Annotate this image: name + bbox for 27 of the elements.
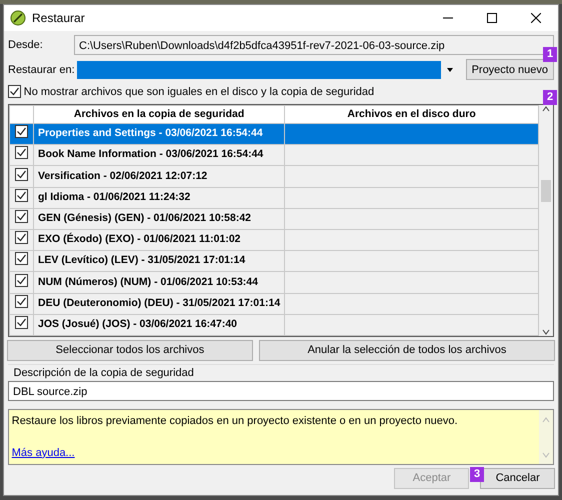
table-cell: Book Name Information - 03/06/2021 16:54:44 [34, 144, 285, 166]
help-text: Restaure los libros previamente copiados en un proyecto existente o en un proyecto nuevo. [12, 414, 459, 429]
callout-marker: 3 [470, 467, 484, 482]
new-project-button[interactable]: Proyecto nuevo [466, 59, 554, 80]
checkbox-label: No mostrar archivos que son iguales en el disco y la copia de seguridad [24, 84, 374, 100]
column-header: Archivos en la copia de seguridad [34, 106, 285, 124]
restore-to-label: Restaurar en: [8, 62, 74, 78]
source-label: Desde: [8, 38, 44, 53]
table-cell: NUM (Números) (NUM) - 01/06/2021 10:53:44 [34, 272, 285, 293]
table-cell: EXO (Éxodo) (EXO) - 01/06/2021 11:01:02 [34, 229, 285, 251]
table-cell: GEN (Génesis) (GEN) - 01/06/2021 10:58:42 [34, 208, 285, 230]
table-cell: JOS (Josué) (JOS) - 03/06/2021 16:47:40 [34, 314, 285, 336]
table-cell: LEV (Levítico) (LEV) - 31/05/2021 17:01:14 [34, 250, 285, 272]
cancel-button[interactable]: Cancelar [480, 468, 556, 489]
deselect-all-button[interactable]: Anular la selección de todos los archivos [258, 340, 556, 361]
callout-marker: 2 [543, 90, 557, 105]
description-field[interactable]: DBL source.zip [8, 381, 554, 401]
column-header: Archivos en el disco duro [284, 106, 538, 124]
callout-marker: 1 [543, 47, 557, 62]
table-cell: gl Idioma - 01/06/2021 11:24:32 [34, 187, 285, 208]
table-cell: Versification - 02/06/2021 12:07:12 [34, 166, 285, 188]
description-label: Descripción de la copia de seguridad [14, 366, 195, 380]
table-cell: Properties and Settings - 03/06/2021 16:54:44 [34, 124, 285, 145]
window-title: Restaurar [32, 10, 86, 27]
table-cell: DEU (Deuteronomio) (DEU) - 31/05/2021 17:01:14 [34, 293, 285, 314]
select-all-button[interactable]: Seleccionar todos los archivos [6, 340, 254, 361]
more-help-link[interactable]: Más ayuda... [12, 446, 75, 459]
